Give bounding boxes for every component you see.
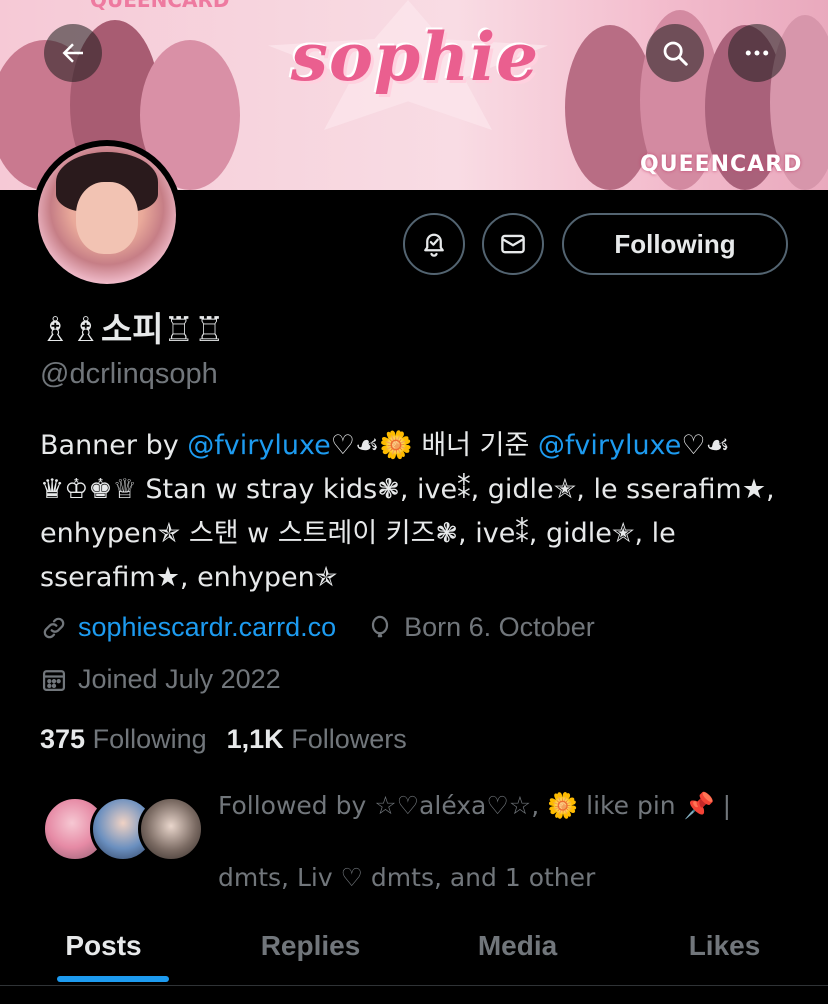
bell-check-icon [424, 233, 444, 257]
message-button[interactable] [482, 213, 544, 275]
tabs-divider [0, 985, 828, 986]
notifications-button[interactable] [403, 213, 465, 275]
website-link[interactable]: sophiescardr.carrd.co [78, 612, 336, 643]
banner-tag: QUEENCARD [640, 152, 803, 177]
profile-meta-row: Joined July 2022 [40, 664, 281, 695]
tab-media[interactable]: Media [414, 906, 621, 986]
following-button[interactable]: Following [562, 213, 788, 275]
followed-by-avatars[interactable] [42, 796, 204, 864]
display-name: ♗♗소피♖♖ [40, 310, 225, 350]
bio-text: Banner by [40, 430, 188, 461]
more-button[interactable] [728, 24, 786, 82]
user-handle: @dcrlinqsoph [40, 358, 218, 390]
back-button[interactable] [44, 24, 102, 82]
tab-posts[interactable]: Posts [0, 906, 207, 986]
link-icon [43, 617, 65, 638]
followed-by-text[interactable]: Followed by ☆♡aléxa♡☆, 🌼 like pin 📌 | dm… [218, 770, 798, 914]
followers-label: Followers [291, 724, 407, 754]
banner-tag-top: QUEENCARD [90, 0, 230, 12]
balloon-icon [372, 615, 389, 637]
following-count: 375 [40, 724, 86, 754]
follow-stats: 375 Following 1,1K Followers [40, 724, 427, 755]
tab-replies[interactable]: Replies [207, 906, 414, 986]
followers-count-link[interactable]: 1,1K Followers [227, 724, 407, 755]
birthday-item: Born 6. October [366, 612, 595, 643]
bio-mention-link[interactable]: @fviryluxe [538, 430, 681, 461]
bio-mention-link[interactable]: @fviryluxe [187, 430, 330, 461]
avatar-image [38, 146, 176, 284]
calendar-icon [42, 669, 66, 691]
profile-tabs: Posts Replies Media Likes [0, 906, 828, 986]
following-label: Following [92, 724, 207, 754]
bio-text: ♡☙🌼 배너 기준 [330, 430, 538, 461]
joined-text: Joined July 2022 [78, 664, 281, 694]
birthday-text: Born 6. October [404, 612, 595, 642]
arrow-left-icon [62, 43, 83, 63]
profile-bio: Banner by @fviryluxe♡☙🌼 배너 기준 @fviryluxe… [40, 424, 810, 600]
avatar-face [76, 182, 138, 254]
search-icon [663, 41, 688, 66]
following-count-link[interactable]: 375 Following [40, 724, 207, 755]
banner-title: sophie [290, 18, 540, 96]
mail-icon [501, 234, 525, 254]
active-tab-indicator [57, 976, 169, 982]
profile-meta-row: sophiescardr.carrd.co Born 6. October [40, 612, 595, 643]
search-button[interactable] [646, 24, 704, 82]
tab-likes[interactable]: Likes [621, 906, 828, 986]
followers-count: 1,1K [226, 724, 284, 754]
profile-avatar[interactable] [32, 140, 182, 290]
avatar [138, 796, 204, 862]
more-horizontal-icon [745, 50, 769, 56]
